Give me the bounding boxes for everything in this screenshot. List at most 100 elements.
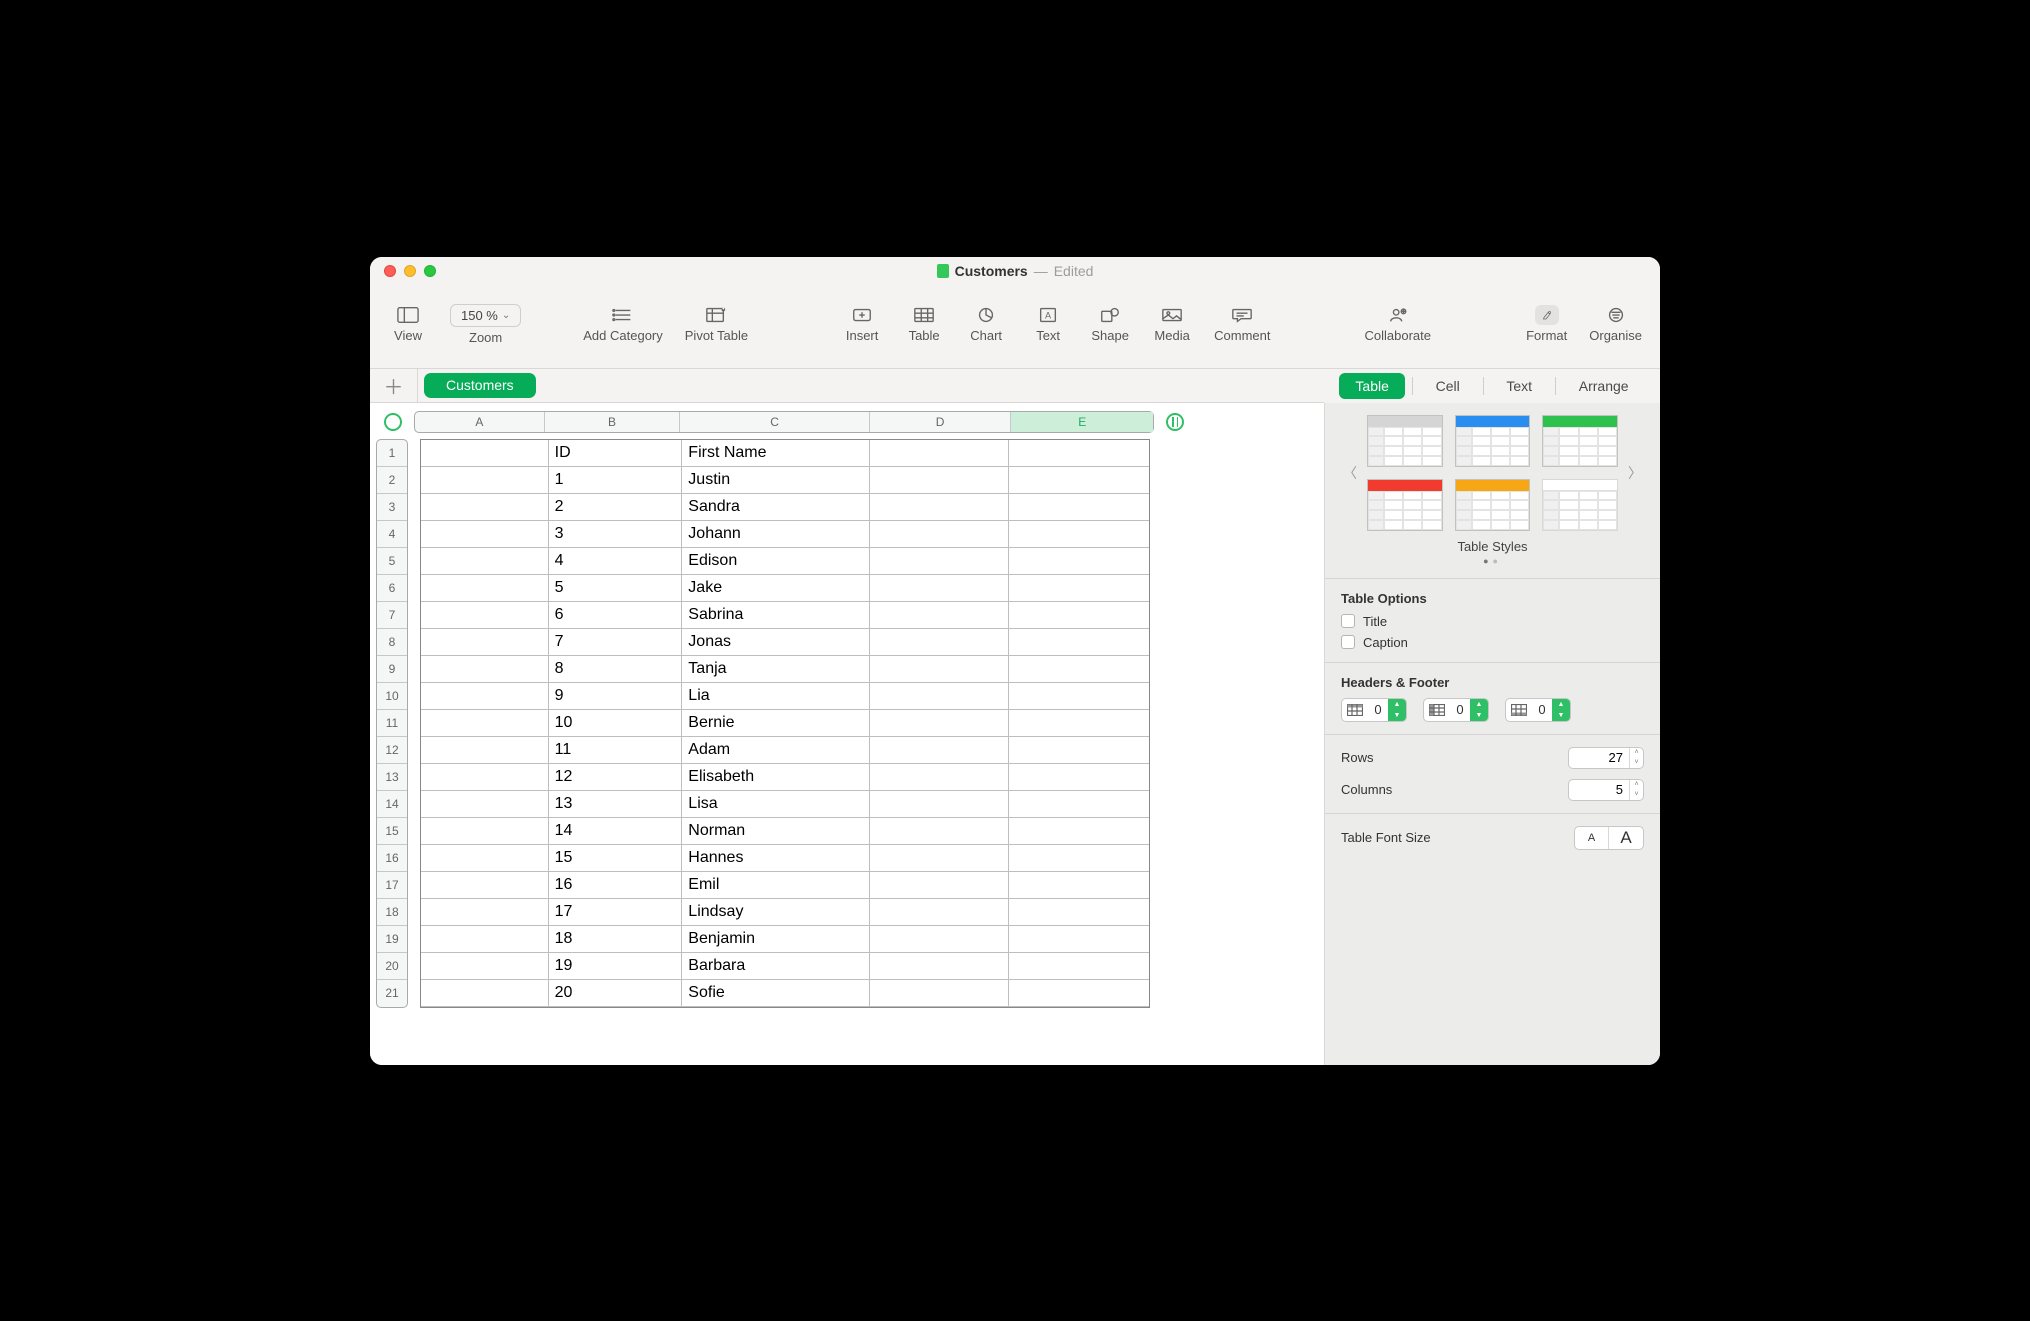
organise-button[interactable]: Organise — [1589, 305, 1642, 343]
cell[interactable] — [421, 602, 549, 629]
cell[interactable] — [421, 629, 549, 656]
cell[interactable] — [870, 629, 1010, 656]
cell[interactable] — [1009, 575, 1149, 602]
cell[interactable] — [421, 521, 549, 548]
cell[interactable]: Edison — [682, 548, 869, 575]
cell[interactable]: 16 — [549, 872, 683, 899]
cell[interactable] — [1009, 764, 1149, 791]
cell[interactable]: Justin — [682, 467, 869, 494]
inspector-tab-arrange[interactable]: Arrange — [1563, 373, 1645, 399]
cell[interactable] — [870, 656, 1010, 683]
cell[interactable] — [870, 845, 1010, 872]
cell[interactable] — [870, 521, 1010, 548]
row-header[interactable]: 3 — [377, 494, 407, 521]
cell[interactable]: Adam — [682, 737, 869, 764]
cell[interactable] — [1009, 872, 1149, 899]
cell[interactable] — [421, 467, 549, 494]
cell[interactable] — [1009, 980, 1149, 1007]
cell[interactable]: 11 — [549, 737, 683, 764]
cell[interactable] — [1009, 602, 1149, 629]
cell[interactable] — [1009, 683, 1149, 710]
header-cols-stepper[interactable]: 0 ▲▼ — [1423, 698, 1489, 722]
cell[interactable] — [421, 980, 549, 1007]
cell[interactable] — [870, 548, 1010, 575]
cell[interactable]: Elisabeth — [682, 764, 869, 791]
cell[interactable] — [870, 710, 1010, 737]
cell[interactable] — [1009, 494, 1149, 521]
cell[interactable] — [870, 737, 1010, 764]
cell[interactable]: ID — [549, 440, 683, 467]
collaborate-button[interactable]: Collaborate — [1364, 305, 1431, 343]
cell[interactable] — [421, 494, 549, 521]
row-header[interactable]: 9 — [377, 656, 407, 683]
cell[interactable] — [421, 683, 549, 710]
cell[interactable]: Barbara — [682, 953, 869, 980]
row-header[interactable]: 16 — [377, 845, 407, 872]
cell[interactable] — [1009, 629, 1149, 656]
table-style-green[interactable] — [1542, 415, 1618, 467]
cell[interactable]: 13 — [549, 791, 683, 818]
add-sheet-button[interactable]: ＋ — [370, 369, 418, 402]
spreadsheet-canvas[interactable]: ABCDE 123456789101112131415161718192021 … — [370, 403, 1324, 1065]
table-style-blue[interactable] — [1455, 415, 1531, 467]
cell[interactable] — [421, 548, 549, 575]
cell[interactable]: 2 — [549, 494, 683, 521]
column-header-d[interactable]: D — [870, 412, 1012, 432]
cell[interactable] — [421, 764, 549, 791]
cell[interactable]: Hannes — [682, 845, 869, 872]
cell[interactable] — [421, 737, 549, 764]
option-caption-checkbox[interactable]: Caption — [1341, 635, 1644, 650]
cell[interactable]: 17 — [549, 899, 683, 926]
format-button[interactable]: Format — [1526, 305, 1567, 343]
cell[interactable] — [421, 872, 549, 899]
cell[interactable]: Jonas — [682, 629, 869, 656]
rows-input[interactable]: ˄˅ — [1568, 747, 1644, 769]
data-grid[interactable]: IDFirst Name1Justin2Sandra3Johann4Edison… — [420, 439, 1150, 1008]
media-button[interactable]: Media — [1152, 305, 1192, 343]
cell[interactable] — [870, 953, 1010, 980]
cell[interactable]: 9 — [549, 683, 683, 710]
cell[interactable]: Norman — [682, 818, 869, 845]
cell[interactable] — [1009, 548, 1149, 575]
cell[interactable]: 14 — [549, 818, 683, 845]
cell[interactable] — [870, 467, 1010, 494]
cell[interactable] — [421, 899, 549, 926]
table-button[interactable]: Table — [904, 305, 944, 343]
cell[interactable]: 20 — [549, 980, 683, 1007]
cell[interactable] — [421, 656, 549, 683]
cell[interactable] — [1009, 467, 1149, 494]
inspector-tab-table[interactable]: Table — [1339, 373, 1404, 399]
cell[interactable]: Sofie — [682, 980, 869, 1007]
row-header[interactable]: 17 — [377, 872, 407, 899]
cell[interactable]: 4 — [549, 548, 683, 575]
cell[interactable] — [1009, 791, 1149, 818]
cell[interactable]: Sandra — [682, 494, 869, 521]
cell[interactable] — [1009, 710, 1149, 737]
table-style-orange[interactable] — [1455, 479, 1531, 531]
cell[interactable]: First Name — [682, 440, 869, 467]
cell[interactable]: Lia — [682, 683, 869, 710]
cell[interactable] — [421, 845, 549, 872]
columns-input[interactable]: ˄˅ — [1568, 779, 1644, 801]
cell[interactable]: Bernie — [682, 710, 869, 737]
cell[interactable]: 7 — [549, 629, 683, 656]
cell[interactable] — [1009, 845, 1149, 872]
cell[interactable] — [1009, 737, 1149, 764]
column-header-a[interactable]: A — [415, 412, 545, 432]
view-button[interactable]: View — [388, 305, 428, 343]
cell[interactable]: 6 — [549, 602, 683, 629]
row-header[interactable]: 20 — [377, 953, 407, 980]
cell[interactable] — [1009, 656, 1149, 683]
cell[interactable]: Johann — [682, 521, 869, 548]
cell[interactable]: 5 — [549, 575, 683, 602]
row-header[interactable]: 12 — [377, 737, 407, 764]
row-header[interactable]: 5 — [377, 548, 407, 575]
cell[interactable] — [1009, 926, 1149, 953]
column-header-strip[interactable]: ABCDE — [414, 411, 1154, 433]
cell[interactable] — [421, 575, 549, 602]
cell[interactable] — [870, 791, 1010, 818]
cell[interactable]: 18 — [549, 926, 683, 953]
cell[interactable]: Emil — [682, 872, 869, 899]
sheet-tab-customers[interactable]: Customers — [424, 373, 536, 398]
row-header[interactable]: 1 — [377, 440, 407, 467]
